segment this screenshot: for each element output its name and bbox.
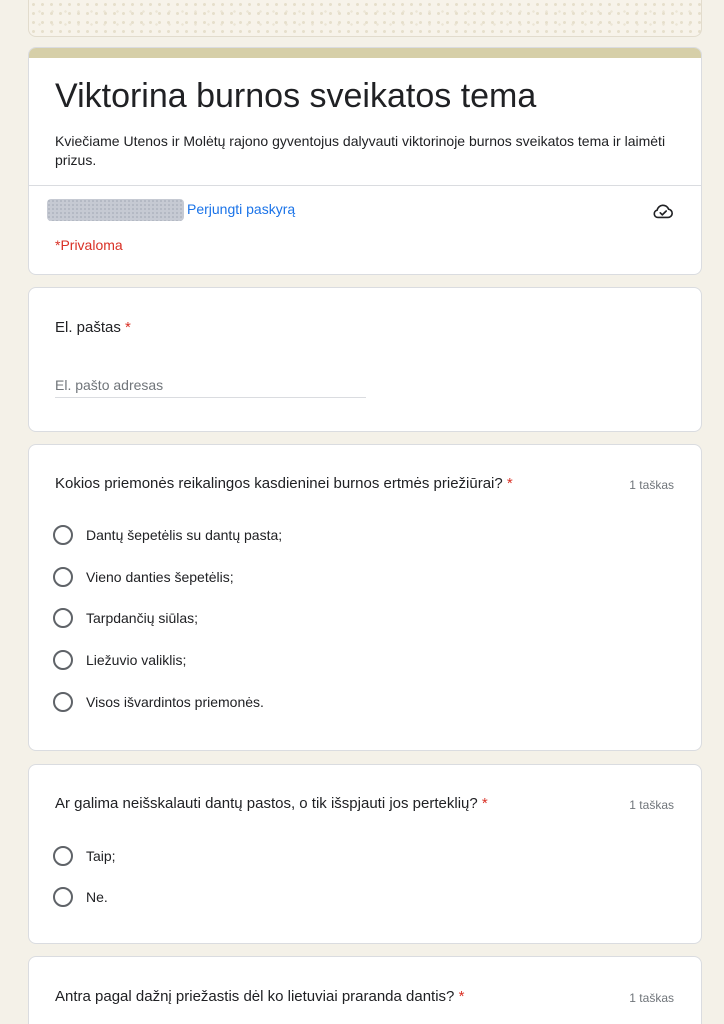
header-banner-image	[28, 0, 702, 37]
question-text: Ar galima neišskalauti dantų pastos, o t…	[55, 795, 478, 812]
radio-option[interactable]: Ne.	[53, 885, 108, 909]
question-title: Kokios priemonės reikalingos kasdieninei…	[55, 474, 513, 494]
switch-account-link[interactable]: Perjungti paskyrą	[187, 201, 295, 217]
required-asterisk: *	[120, 319, 131, 336]
email-label: El. paštas *	[55, 318, 131, 338]
question-card-2: Ar galima neišskalauti dantų pastos, o t…	[28, 764, 702, 944]
radio-button-icon[interactable]	[53, 650, 73, 670]
divider	[29, 185, 701, 186]
email-question-card: El. paštas *	[28, 287, 702, 432]
form-page: Viktorina burnos sveikatos tema Kviečiam…	[0, 0, 724, 1024]
radio-option[interactable]: Visos išvardintos priemonės.	[53, 690, 264, 714]
radio-option[interactable]: Tarpdančių siūlas;	[53, 606, 198, 630]
question-points: 1 taškas	[629, 478, 674, 492]
account-email-redacted	[47, 199, 184, 221]
radio-button-icon[interactable]	[53, 525, 73, 545]
radio-button-icon[interactable]	[53, 567, 73, 587]
question-card-1: Kokios priemonės reikalingos kasdieninei…	[28, 444, 702, 751]
radio-option[interactable]: Taip;	[53, 844, 116, 868]
option-label: Tarpdančių siūlas;	[86, 610, 199, 626]
option-label: Liežuvio valiklis;	[86, 652, 187, 668]
radio-button-icon[interactable]	[53, 608, 73, 628]
email-input[interactable]	[55, 372, 366, 398]
radio-button-icon[interactable]	[53, 846, 73, 866]
question-points: 1 taškas	[629, 991, 674, 1005]
option-label: Visos išvardintos priemonės.	[86, 694, 264, 710]
radio-option[interactable]: Dantų šepetėlis su dantų pasta;	[53, 523, 282, 547]
required-asterisk: *	[502, 475, 513, 492]
question-text: Antra pagal dažnį priežastis dėl ko liet…	[55, 988, 455, 1005]
question-card-3: Antra pagal dažnį priežastis dėl ko liet…	[28, 956, 702, 1024]
question-title: Ar galima neišskalauti dantų pastos, o t…	[55, 794, 488, 814]
radio-option[interactable]: Liežuvio valiklis;	[53, 648, 186, 672]
question-title: Antra pagal dažnį priežastis dėl ko liet…	[55, 987, 464, 1007]
accent-bar	[29, 48, 701, 58]
radio-option[interactable]: Vieno danties šepetėlis;	[53, 565, 234, 589]
form-title: Viktorina burnos sveikatos tema	[55, 77, 537, 115]
cloud-saved-icon[interactable]	[652, 200, 674, 222]
radio-button-icon[interactable]	[53, 887, 73, 907]
form-title-card: Viktorina burnos sveikatos tema Kviečiam…	[28, 47, 702, 275]
required-asterisk: *	[477, 795, 488, 812]
option-label: Ne.	[86, 889, 108, 905]
option-label: Vieno danties šepetėlis;	[86, 569, 234, 585]
form-description: Kviečiame Utenos ir Molėtų rajono gyvent…	[55, 133, 666, 168]
required-note: *Privaloma	[55, 237, 123, 253]
email-label-text: El. paštas	[55, 319, 121, 336]
option-label: Dantų šepetėlis su dantų pasta;	[86, 527, 283, 543]
radio-button-icon[interactable]	[53, 692, 73, 712]
question-text: Kokios priemonės reikalingos kasdieninei…	[55, 475, 503, 492]
option-label: Taip;	[86, 848, 116, 864]
required-asterisk: *	[454, 988, 465, 1005]
question-points: 1 taškas	[629, 798, 674, 812]
